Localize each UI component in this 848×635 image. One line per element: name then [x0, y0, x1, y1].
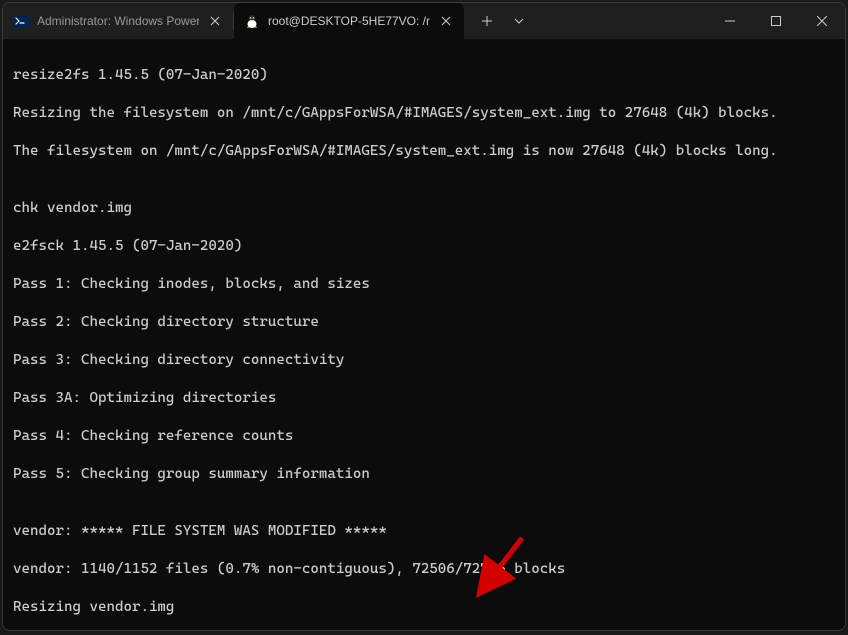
tab-title: Administrator: Windows PowerS: [37, 14, 199, 28]
maximize-button[interactable]: [753, 3, 799, 39]
terminal-line: e2fsck 1.45.5 (07-Jan-2020): [13, 237, 835, 256]
powershell-icon: [13, 13, 29, 29]
tab-linux[interactable]: root@DESKTOP-5HE77VO: /mn: [234, 3, 464, 39]
terminal-line: Pass 2: Checking directory structure: [13, 313, 835, 332]
terminal-line: Resizing vendor.img: [13, 598, 835, 617]
terminal-line: vendor: ***** FILE SYSTEM WAS MODIFIED *…: [13, 522, 835, 541]
titlebar: Administrator: Windows PowerS: [3, 3, 845, 39]
terminal-line: Pass 3: Checking directory connectivity: [13, 351, 835, 370]
close-icon[interactable]: [438, 13, 454, 29]
terminal-line: Pass 5: Checking group summary informati…: [13, 465, 835, 484]
tab-powershell[interactable]: Administrator: Windows PowerS: [3, 3, 233, 39]
terminal-line: chk vendor.img: [13, 199, 835, 218]
linux-icon: [244, 13, 260, 29]
tab-title: root@DESKTOP-5HE77VO: /mn: [268, 14, 430, 28]
tab-dropdown-button[interactable]: [504, 6, 534, 36]
terminal-line: Pass 1: Checking inodes, blocks, and siz…: [13, 275, 835, 294]
terminal-line: resize2fs 1.45.5 (07-Jan-2020): [13, 66, 835, 85]
terminal-output[interactable]: resize2fs 1.45.5 (07-Jan-2020) Resizing …: [3, 39, 845, 630]
tab-bar-actions: [464, 6, 534, 36]
terminal-line: The filesystem on /mnt/c/GAppsForWSA/#IM…: [13, 142, 835, 161]
close-icon[interactable]: [207, 13, 223, 29]
minimize-button[interactable]: [707, 3, 753, 39]
terminal-line: Resizing the filesystem on /mnt/c/GAppsF…: [13, 104, 835, 123]
tab-bar: Administrator: Windows PowerS: [3, 3, 464, 39]
window-controls: [707, 3, 845, 39]
terminal-line: Pass 4: Checking reference counts: [13, 427, 835, 446]
terminal-line: Pass 3A: Optimizing directories: [13, 389, 835, 408]
terminal-window: Administrator: Windows PowerS: [2, 2, 846, 631]
new-tab-button[interactable]: [472, 6, 502, 36]
close-button[interactable]: [799, 3, 845, 39]
terminal-line: vendor: 1140/1152 files (0.7% non-contig…: [13, 560, 835, 579]
